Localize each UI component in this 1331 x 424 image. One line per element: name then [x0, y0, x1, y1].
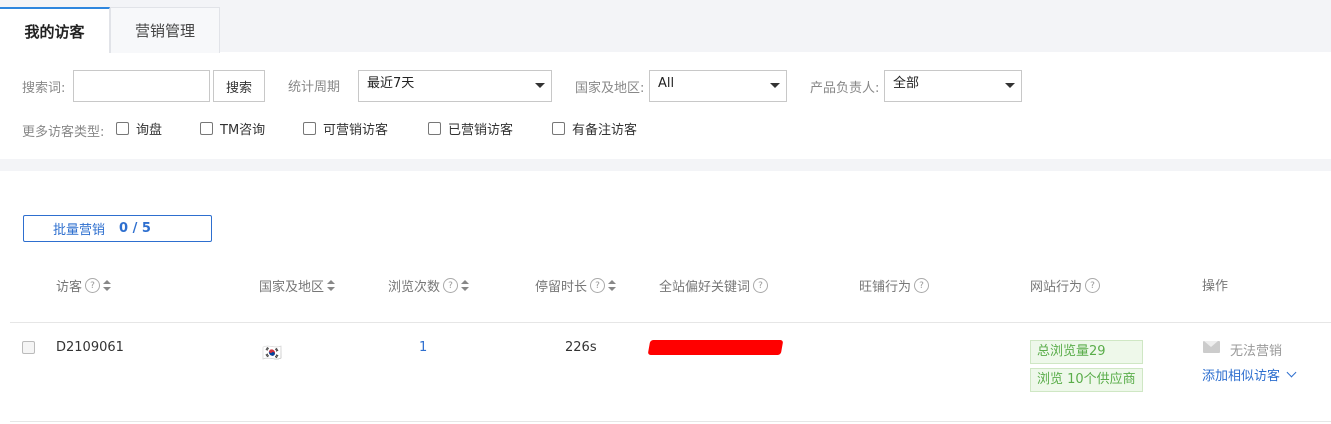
- period-select[interactable]: 最近7天: [358, 70, 552, 102]
- redacted-keywords: [647, 340, 784, 355]
- owner-value: 全部: [893, 76, 920, 91]
- visitor-id[interactable]: D2109061: [56, 340, 124, 355]
- column-actions: 操作: [1202, 275, 1228, 294]
- column-label: 全站偏好关键词: [659, 280, 751, 295]
- checkbox-label: 询盘: [136, 123, 163, 138]
- checkbox-box[interactable]: [303, 122, 316, 135]
- checkbox-tm[interactable]: TM咨询: [200, 119, 265, 138]
- table-row-divider: [10, 421, 1331, 422]
- column-label: 停留时长: [535, 280, 588, 295]
- tab-bar: 我的访客 营销管理: [0, 0, 1331, 53]
- column-label: 国家及地区: [259, 280, 325, 295]
- checkbox-box[interactable]: [116, 122, 129, 135]
- row-checkbox[interactable]: [22, 341, 35, 354]
- chevron-down-icon: [535, 83, 545, 88]
- batch-marketing-label: 批量营销: [53, 223, 106, 238]
- checkbox-marketed[interactable]: 已营销访客: [428, 119, 513, 138]
- column-keywords: 全站偏好关键词 ?: [659, 276, 769, 295]
- section-divider: [0, 159, 1331, 171]
- batch-marketing-button[interactable]: 批量营销 0 / 5: [23, 215, 212, 242]
- total-views-tag: 总浏览量29: [1030, 340, 1143, 364]
- sort-icon[interactable]: [608, 279, 617, 292]
- tab-marketing-management[interactable]: 营销管理: [110, 7, 220, 53]
- search-input[interactable]: [73, 70, 210, 102]
- column-label: 操作: [1202, 279, 1229, 294]
- help-icon[interactable]: ?: [85, 278, 101, 293]
- chevron-down-icon: [1005, 83, 1015, 88]
- chevron-down-icon: [1286, 367, 1297, 378]
- help-icon[interactable]: ?: [753, 278, 769, 293]
- sort-icon[interactable]: [461, 279, 470, 292]
- checkbox-label: 有备注访客: [572, 123, 638, 138]
- duration-value: 226s: [565, 340, 597, 355]
- sort-icon[interactable]: [327, 279, 336, 292]
- no-marketing-label: 无法营销: [1230, 344, 1283, 359]
- checkbox-label: 可营销访客: [323, 123, 389, 138]
- batch-marketing-count: 0 / 5: [119, 221, 151, 236]
- country-value: All: [658, 76, 675, 91]
- add-similar-visitors-link[interactable]: 添加相似访客: [1202, 365, 1297, 384]
- column-label: 网站行为: [1030, 280, 1083, 295]
- views-count-link[interactable]: 1: [419, 340, 427, 355]
- help-icon[interactable]: ?: [590, 278, 606, 293]
- column-views[interactable]: 浏览次数 ?: [388, 276, 470, 295]
- period-label: 统计周期: [288, 80, 341, 95]
- search-label: 搜索词:: [22, 81, 66, 96]
- checkbox-box[interactable]: [200, 122, 213, 135]
- checkbox-box[interactable]: [552, 122, 565, 135]
- tab-my-visitors[interactable]: 我的访客: [0, 7, 110, 53]
- owner-label: 产品负责人:: [810, 81, 880, 96]
- mail-icon: [1203, 341, 1220, 353]
- checkbox-box[interactable]: [428, 122, 441, 135]
- checkbox-noted[interactable]: 有备注访客: [552, 119, 637, 138]
- table-header-divider: [10, 322, 1331, 323]
- column-country[interactable]: 国家及地区: [259, 276, 336, 295]
- checkbox-label: 已营销访客: [448, 123, 514, 138]
- add-similar-label: 添加相似访客: [1202, 369, 1281, 384]
- help-icon[interactable]: ?: [443, 278, 459, 293]
- country-flag-icon: 🇰🇷: [262, 343, 282, 362]
- column-label: 访客: [56, 280, 83, 295]
- column-label: 旺铺行为: [859, 280, 912, 295]
- country-label: 国家及地区:: [575, 81, 645, 96]
- chevron-down-icon: [770, 83, 780, 88]
- column-label: 浏览次数: [388, 280, 441, 295]
- column-wangpu: 旺铺行为 ?: [859, 276, 930, 295]
- help-icon[interactable]: ?: [1085, 278, 1101, 293]
- checkbox-label: TM咨询: [220, 123, 266, 138]
- checkbox-inquiry[interactable]: 询盘: [116, 119, 162, 138]
- country-select[interactable]: All: [649, 70, 787, 102]
- owner-select[interactable]: 全部: [884, 70, 1022, 102]
- column-site-behavior: 网站行为 ?: [1030, 276, 1101, 295]
- column-duration[interactable]: 停留时长 ?: [535, 276, 617, 295]
- checkbox-marketable[interactable]: 可营销访客: [303, 119, 388, 138]
- more-types-label: 更多访客类型:: [22, 125, 105, 140]
- column-visitor[interactable]: 访客 ?: [56, 276, 112, 295]
- period-value: 最近7天: [367, 76, 415, 91]
- help-icon[interactable]: ?: [914, 278, 930, 293]
- search-button[interactable]: 搜索: [213, 70, 265, 102]
- sort-icon[interactable]: [103, 279, 112, 292]
- suppliers-viewed-tag: 浏览 10个供应商: [1030, 368, 1143, 392]
